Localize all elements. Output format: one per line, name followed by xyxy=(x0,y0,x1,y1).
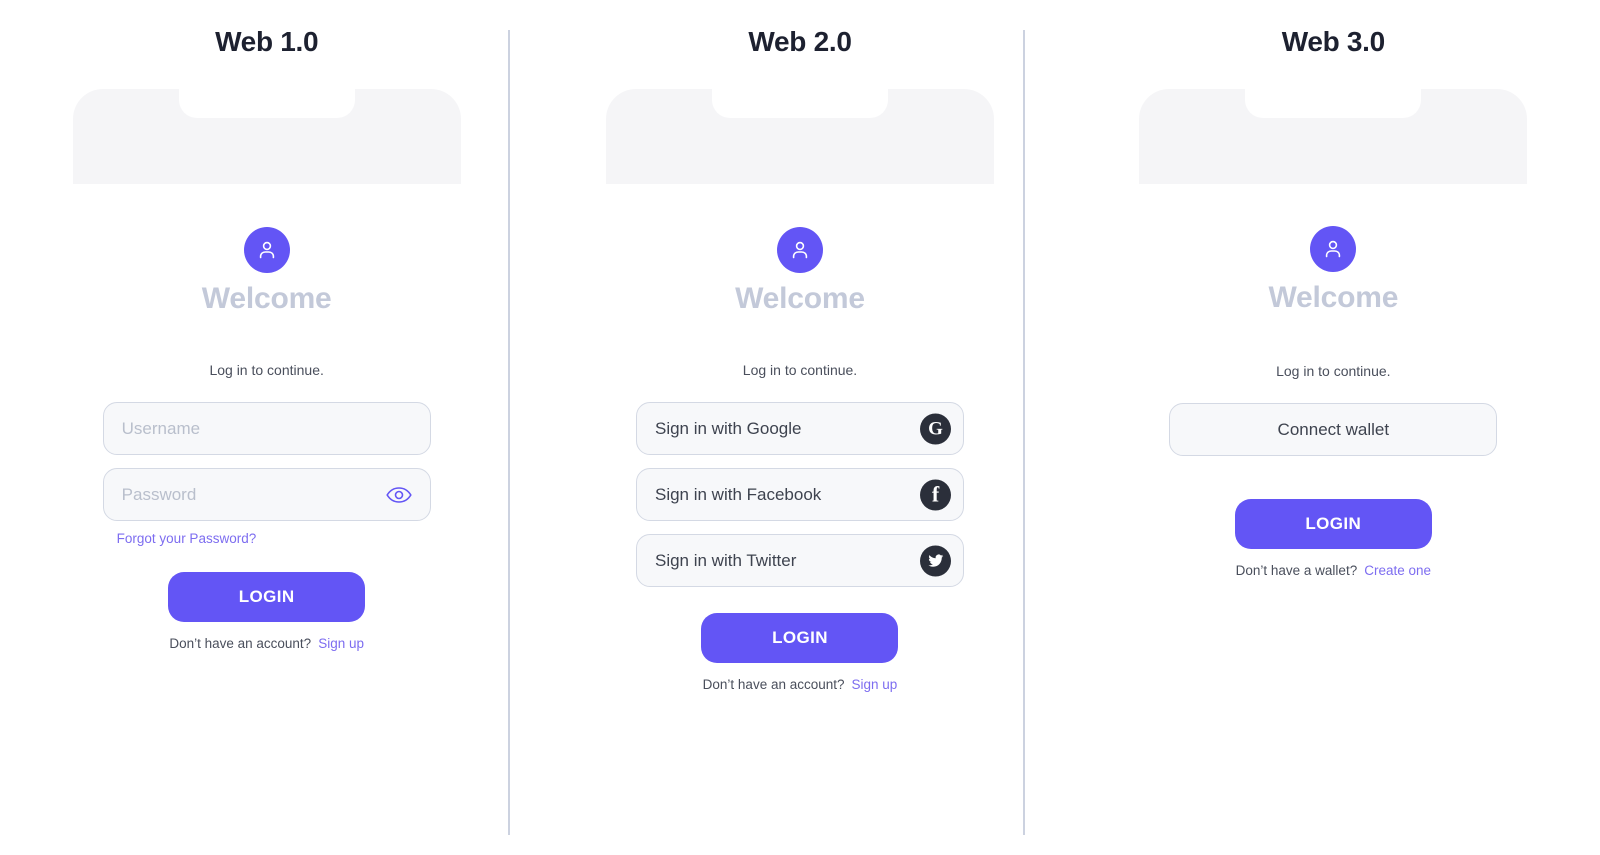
sign-in-twitter-label: Sign in with Twitter xyxy=(654,551,797,570)
sign-in-facebook-label: Sign in with Facebook xyxy=(654,485,822,504)
phone-mockup-web2 xyxy=(605,89,994,184)
signup-note-web1: Don’t have an account? Sign up xyxy=(169,635,364,651)
create-wallet-link[interactable]: Create one xyxy=(1364,564,1431,578)
phone-mockup-web3 xyxy=(1139,89,1528,184)
signup-note-text: Don’t have an account? xyxy=(702,677,845,692)
page-title-web3: Web 3.0 xyxy=(1281,26,1386,57)
connect-wallet-button[interactable]: Connect wallet xyxy=(1169,403,1498,456)
comparison-board: Web 1.0 Welcome Log in to continue. User… xyxy=(0,0,1600,855)
user-avatar-icon xyxy=(776,227,823,273)
column-web2: Web 2.0 Welcome Log in to continue. Sign… xyxy=(533,0,1066,855)
page-title-web2: Web 2.0 xyxy=(748,26,852,57)
subtitle-web3: Log in to continue. xyxy=(1276,363,1391,379)
google-icon: G xyxy=(919,413,951,444)
connect-wallet-label: Connect wallet xyxy=(1277,420,1390,439)
wallet-note-web3: Don’t have a wallet? Create one xyxy=(1236,564,1431,578)
username-placeholder: Username xyxy=(121,419,201,438)
login-button-web2[interactable]: LOGIN xyxy=(701,613,899,663)
column-web1: Web 1.0 Welcome Log in to continue. User… xyxy=(0,0,533,855)
username-input[interactable]: Username xyxy=(102,402,431,455)
eye-icon[interactable] xyxy=(385,486,412,504)
password-input[interactable]: Password xyxy=(102,468,431,521)
twitter-icon xyxy=(919,545,951,576)
sign-in-google-button[interactable]: Sign in with Google G xyxy=(635,402,964,455)
phone-notch xyxy=(1245,89,1422,118)
user-avatar-icon xyxy=(1310,226,1357,272)
phone-notch xyxy=(178,89,355,118)
subtitle-web1: Log in to continue. xyxy=(209,362,324,378)
welcome-heading-web3: Welcome xyxy=(1268,281,1399,314)
welcome-heading-web2: Welcome xyxy=(735,282,865,315)
facebook-icon: f xyxy=(919,479,951,510)
subtitle-web2: Log in to continue. xyxy=(742,362,858,378)
forgot-password-link[interactable]: Forgot your Password? xyxy=(103,532,431,546)
password-placeholder: Password xyxy=(121,485,197,504)
login-button-web1[interactable]: LOGIN xyxy=(168,571,366,622)
sign-in-twitter-button[interactable]: Sign in with Twitter xyxy=(635,534,964,587)
wallet-note-text: Don’t have a wallet? xyxy=(1235,563,1358,578)
sign-up-link-web1[interactable]: Sign up xyxy=(318,636,364,651)
page-title-web1: Web 1.0 xyxy=(215,26,319,57)
sign-in-facebook-button[interactable]: Sign in with Facebook f xyxy=(635,468,964,521)
sign-in-google-label: Sign in with Google xyxy=(654,419,802,438)
user-avatar-icon xyxy=(243,227,290,273)
column-web3: Web 3.0 Welcome Log in to continue. Conn… xyxy=(1067,0,1600,855)
sign-up-link-web2[interactable]: Sign up xyxy=(852,678,898,692)
phone-notch xyxy=(711,89,888,118)
signup-note-text: Don’t have an account? xyxy=(169,635,312,651)
phone-mockup-web1 xyxy=(72,89,461,184)
login-button-web3[interactable]: LOGIN xyxy=(1234,499,1432,549)
signup-note-web2: Don’t have an account? Sign up xyxy=(703,678,898,692)
welcome-heading-web1: Welcome xyxy=(201,282,332,315)
